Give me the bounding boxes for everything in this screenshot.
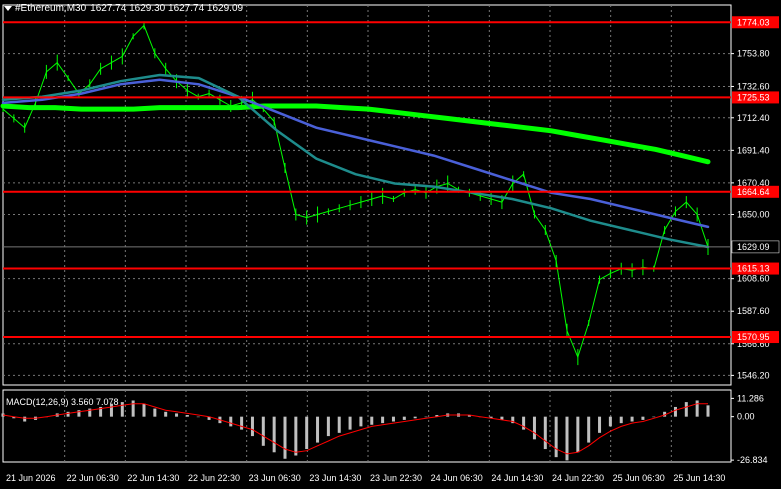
macd-histogram-bar bbox=[272, 416, 276, 453]
macd-histogram-bar bbox=[641, 416, 645, 420]
level-label: 1664.64 bbox=[737, 187, 770, 197]
macd-histogram-bar bbox=[370, 416, 374, 425]
time-tick-label: 24 Jun 14:30 bbox=[491, 473, 543, 483]
time-tick-label: 23 Jun 06:30 bbox=[249, 473, 301, 483]
level-label: 1570.95 bbox=[737, 332, 770, 342]
macd-histogram-bar bbox=[250, 416, 254, 437]
level-label: 1725.53 bbox=[737, 92, 770, 102]
macd-histogram-bar bbox=[153, 408, 157, 417]
macd-signal-line bbox=[2, 403, 708, 455]
macd-tick-label: -26.834 bbox=[737, 455, 768, 465]
price-tick-label: 1712.40 bbox=[737, 113, 770, 123]
time-tick-label: 25 Jun 06:30 bbox=[613, 473, 665, 483]
macd-histogram-bar bbox=[598, 416, 602, 433]
macd-histogram-bar bbox=[359, 416, 363, 427]
macd-histogram-bar bbox=[185, 415, 189, 417]
macd-histogram-bar bbox=[305, 416, 309, 450]
macd-histogram-bar bbox=[142, 403, 146, 417]
macd-histogram-bar bbox=[619, 416, 623, 424]
macd-histogram-bar bbox=[175, 413, 179, 417]
time-tick-label: 22 Jun 22:30 bbox=[188, 473, 240, 483]
macd-histogram-bar bbox=[326, 416, 330, 437]
macd-histogram-bar bbox=[543, 416, 547, 450]
macd-histogram-bar bbox=[229, 416, 233, 427]
macd-histogram-bar bbox=[402, 416, 406, 420]
macd-histogram-bar bbox=[240, 416, 244, 430]
time-tick-label: 22 Jun 06:30 bbox=[67, 473, 119, 483]
macd-histogram-bar bbox=[337, 416, 341, 433]
macd-histogram-bar bbox=[283, 416, 287, 459]
macd-histogram-bar bbox=[294, 416, 298, 456]
macd-histogram-bar bbox=[608, 416, 612, 427]
macd-histogram-bar bbox=[706, 405, 710, 417]
macd-histogram-bar bbox=[587, 416, 591, 443]
macd-histogram-bar bbox=[316, 416, 320, 443]
macd-histogram-bar bbox=[391, 416, 395, 422]
macd-histogram-bar bbox=[66, 411, 70, 417]
level-label: 1774.03 bbox=[737, 17, 770, 27]
time-tick-label: 24 Jun 22:30 bbox=[552, 473, 604, 483]
time-tick-label: 23 Jun 22:30 bbox=[370, 473, 422, 483]
macd-tick-label: 0.00 bbox=[737, 412, 755, 422]
macd-histogram-bar bbox=[532, 416, 536, 440]
price-tick-label: 1546.20 bbox=[737, 370, 770, 380]
macd-histogram-bar bbox=[673, 406, 677, 417]
macd-histogram-bar bbox=[630, 416, 634, 422]
macd-histogram-bar bbox=[164, 411, 168, 417]
macd-histogram-bar bbox=[554, 416, 558, 458]
moving-average-line bbox=[0, 103, 711, 165]
price-tick-label: 1608.60 bbox=[737, 274, 770, 284]
macd-histogram-bar bbox=[109, 403, 113, 417]
macd-histogram-bar bbox=[652, 416, 656, 418]
macd-histogram-bar bbox=[522, 416, 526, 430]
time-tick-label: 22 Jun 14:30 bbox=[127, 473, 179, 483]
time-tick-label: 23 Jun 14:30 bbox=[309, 473, 361, 483]
macd-histogram-bar bbox=[131, 400, 135, 417]
macd-histogram-bar bbox=[196, 416, 200, 418]
price-chart: 21 Jun 2026 22 Jun 06:30 22 Jun 14:30 22 Ju… bbox=[0, 4, 780, 483]
macd-histogram-bar bbox=[381, 416, 385, 424]
macd-histogram-bar bbox=[576, 416, 580, 453]
macd-tick-label: 11.286 bbox=[737, 393, 764, 403]
time-tick-label: 24 Jun 06:30 bbox=[431, 473, 483, 483]
macd-label: MACD(12,26,9) 3.560 7.078 bbox=[6, 397, 119, 407]
macd-histogram-bar bbox=[23, 416, 27, 422]
current-price-label: 1629.09 bbox=[737, 242, 770, 252]
macd-histogram-bar bbox=[413, 416, 417, 419]
price-tick-label: 1732.60 bbox=[737, 81, 770, 91]
time-tick-label: 25 Jun 14:30 bbox=[673, 473, 725, 483]
price-tick-label: 1691.40 bbox=[737, 145, 770, 155]
level-label: 1615.13 bbox=[737, 264, 770, 274]
macd-histogram-bar bbox=[424, 416, 428, 418]
price-tick-label: 1587.60 bbox=[737, 306, 770, 316]
macd-histogram-bar bbox=[348, 416, 352, 430]
macd-histogram-bar bbox=[120, 402, 124, 417]
moving-average-line bbox=[1, 73, 710, 249]
price-tick-label: 1753.80 bbox=[737, 49, 770, 59]
macd-histogram-bar bbox=[695, 400, 699, 417]
moving-average-line bbox=[1, 78, 710, 229]
macd-histogram-bar bbox=[261, 416, 265, 446]
price-tick-label: 1650.00 bbox=[737, 210, 770, 220]
time-tick-label: 21 Jun 2026 bbox=[6, 473, 56, 483]
macd-histogram-bar bbox=[684, 402, 688, 417]
